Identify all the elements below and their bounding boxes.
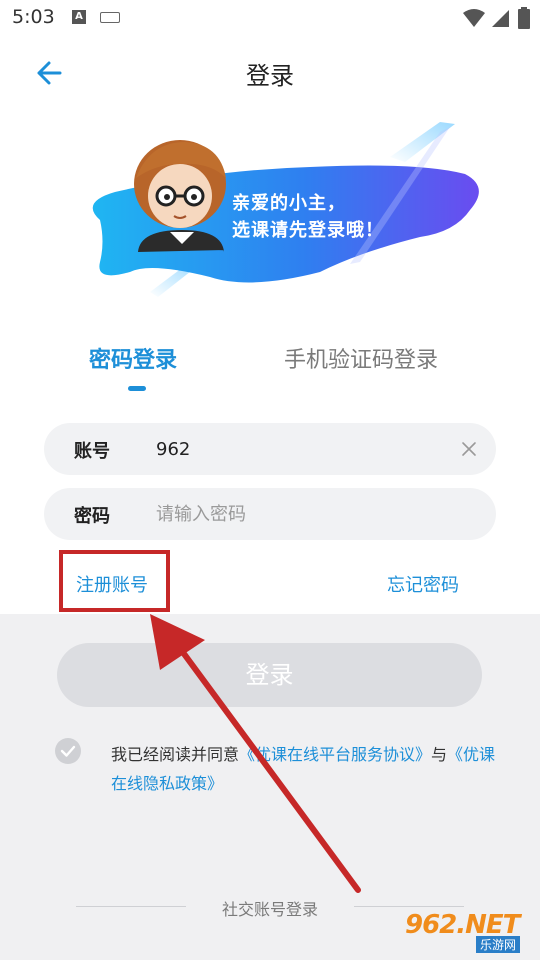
password-label: 密码	[74, 506, 110, 527]
a-notification-icon: A	[72, 10, 86, 24]
account-field: 账号	[44, 423, 496, 475]
close-icon	[462, 442, 476, 456]
login-button[interactable]: 登录	[57, 643, 482, 707]
page-title: 登录	[246, 62, 294, 90]
service-agreement-link[interactable]: 《优课在线平台服务协议》	[239, 745, 431, 764]
agreement-prefix: 我已经阅读并同意	[111, 745, 240, 764]
password-field: 密码	[44, 488, 496, 540]
tab-active-indicator	[128, 386, 146, 391]
tab-sms-login[interactable]: 手机验证码登录	[284, 342, 438, 374]
account-label: 账号	[74, 441, 110, 462]
annotation-highlight-box	[59, 550, 170, 612]
banner-line-1: 亲爱的小主，	[232, 193, 346, 214]
agreement-checkbox[interactable]	[55, 738, 81, 764]
tab-password-login[interactable]: 密码登录	[89, 342, 177, 374]
banner-line-2: 选课请先登录哦！	[232, 220, 384, 241]
status-bar: 5:03 A	[0, 0, 540, 36]
keyboard-icon	[100, 12, 120, 23]
password-input[interactable]	[156, 497, 446, 531]
wifi-icon	[463, 9, 485, 27]
forgot-password-link[interactable]: 忘记密码	[387, 571, 459, 597]
clear-input-button[interactable]	[456, 436, 482, 462]
battery-icon	[518, 7, 530, 29]
agreement-text: 我已经阅读并同意《优课在线平台服务协议》与《优课在线隐私政策》	[111, 740, 506, 798]
check-icon	[60, 745, 76, 757]
divider-right	[354, 906, 464, 907]
status-time: 5:03	[12, 6, 55, 28]
signal-icon	[492, 10, 509, 27]
account-input[interactable]	[156, 432, 446, 466]
agreement-conjunction: 与	[431, 745, 448, 764]
watermark-sub: 乐游网	[476, 936, 521, 953]
banner-greeting: 亲爱的小主， 选课请先登录哦！	[232, 190, 384, 244]
